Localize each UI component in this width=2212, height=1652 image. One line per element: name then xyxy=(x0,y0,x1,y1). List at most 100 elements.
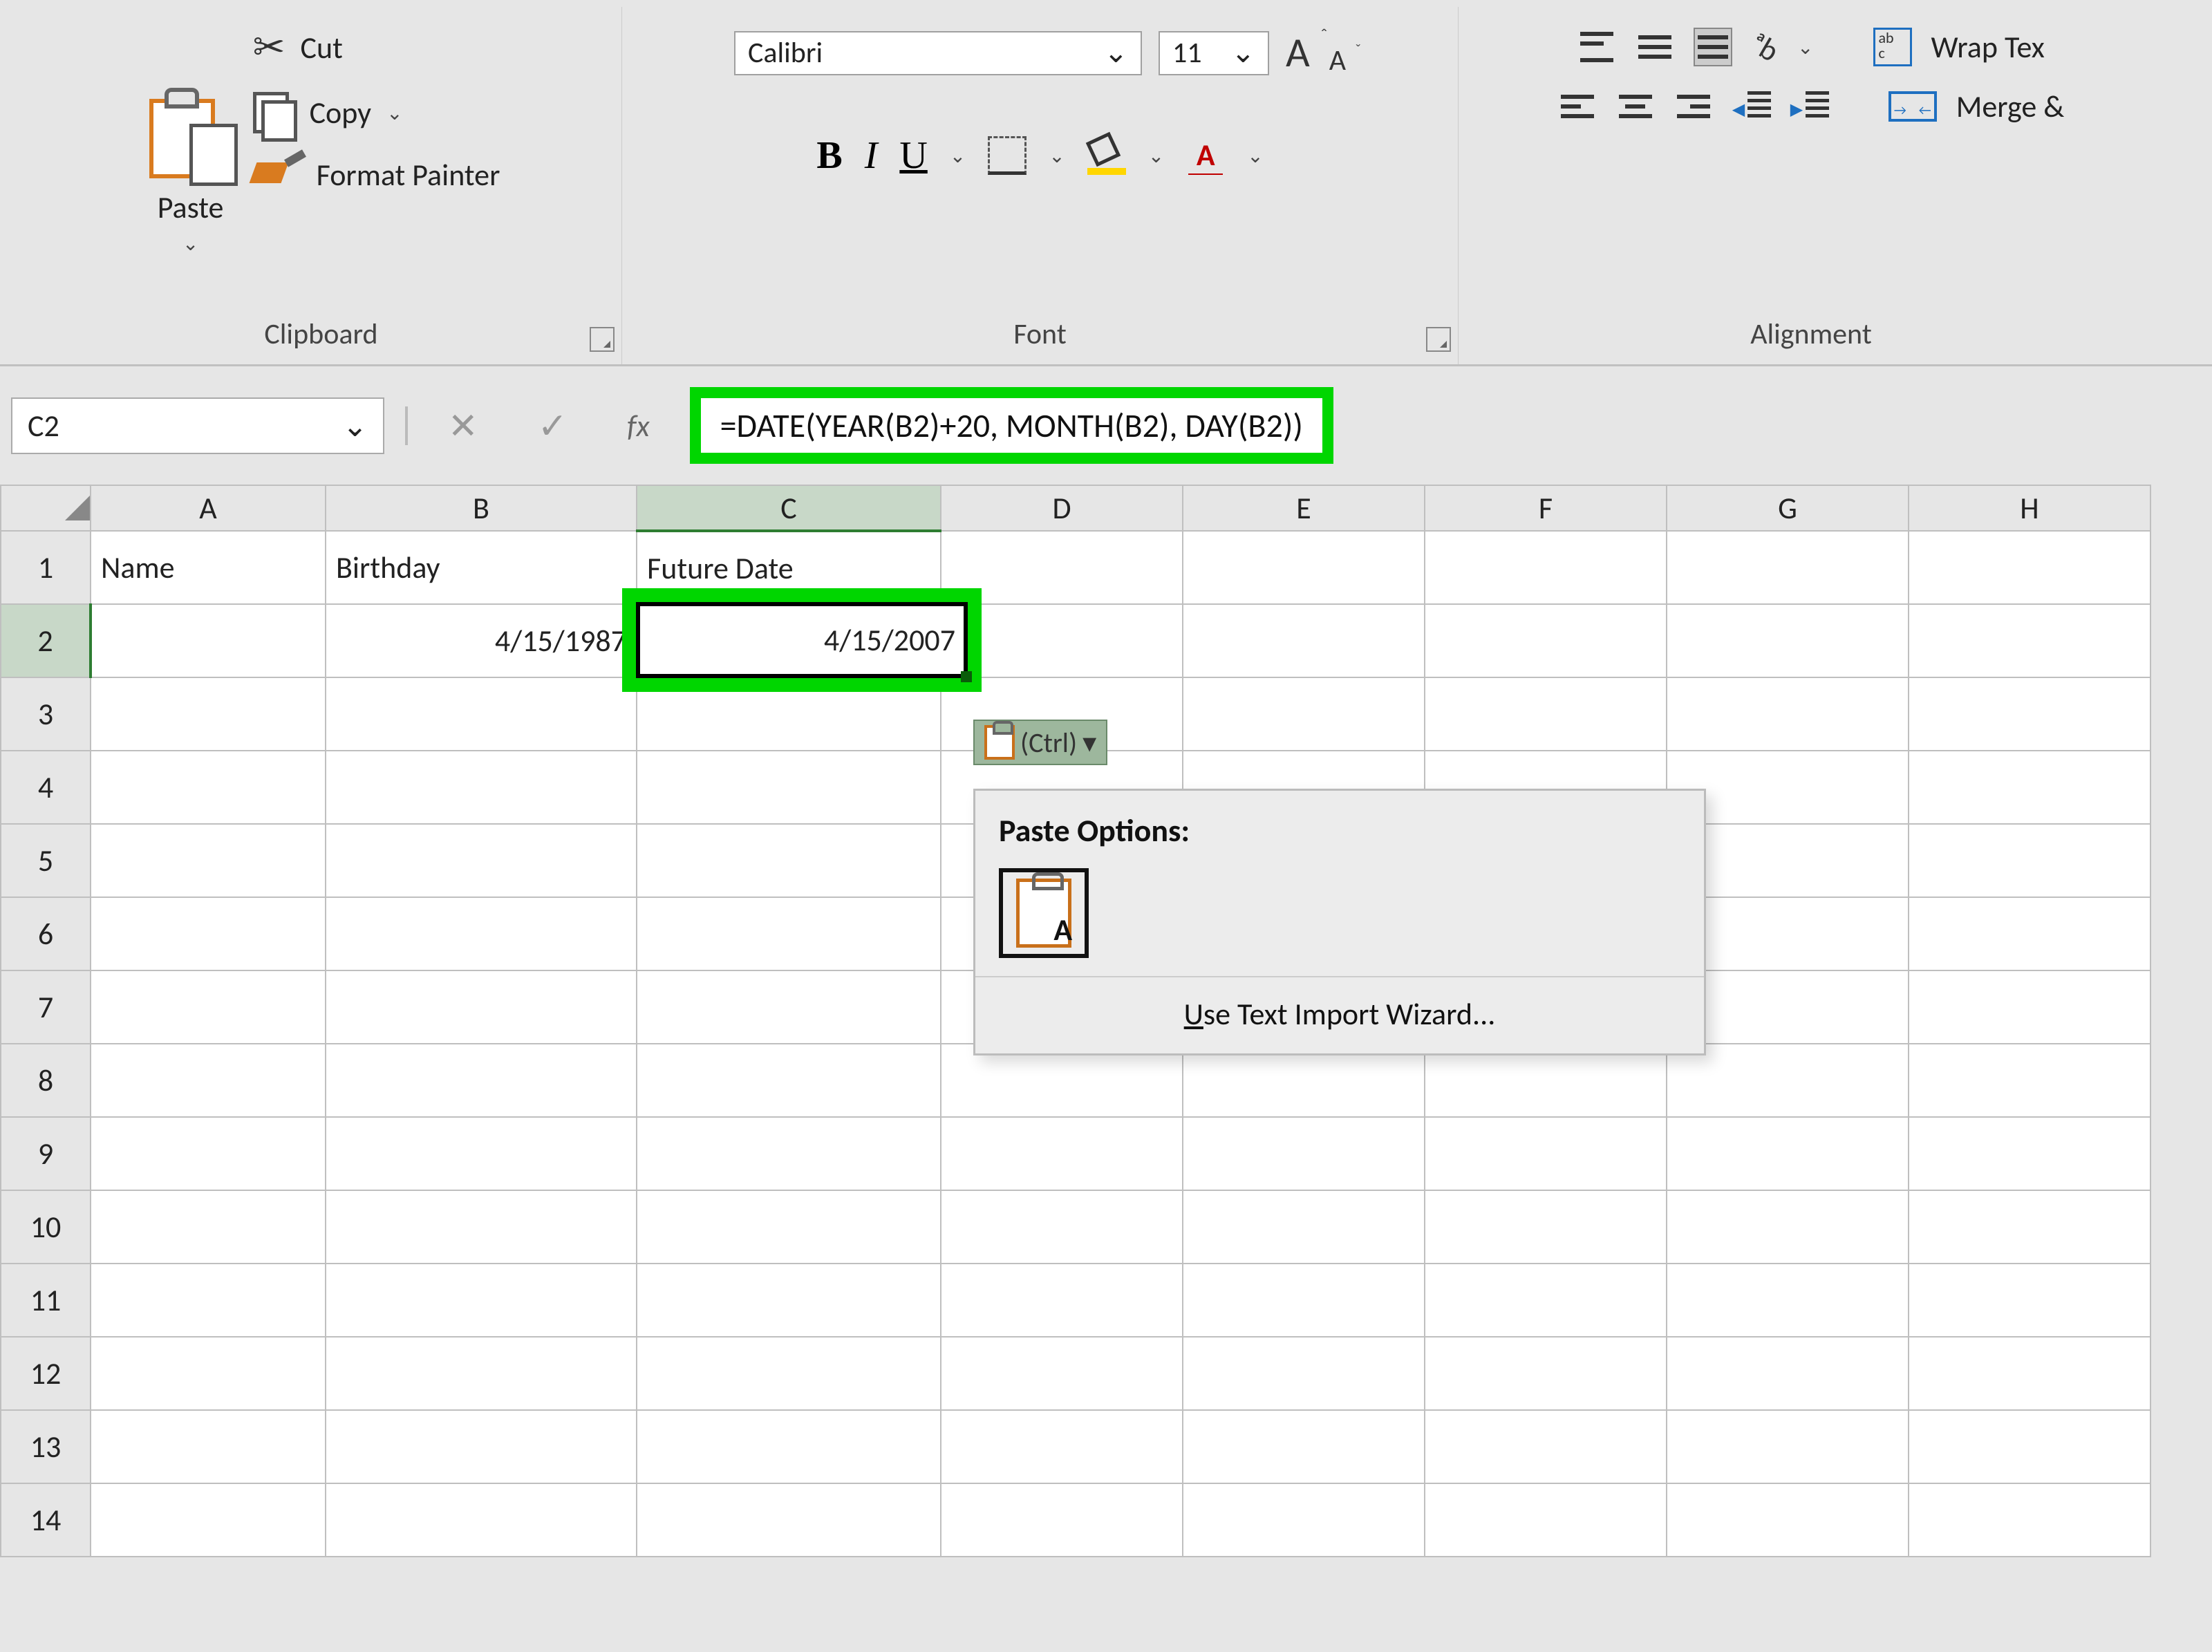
cell-h2[interactable] xyxy=(1909,604,2150,677)
cell-g14[interactable] xyxy=(1667,1483,1909,1557)
font-name-select[interactable]: Calibri ⌄ xyxy=(734,31,1142,75)
name-box[interactable]: C2 ⌄ xyxy=(11,397,384,454)
cell-c8[interactable] xyxy=(637,1044,941,1117)
row-header-3[interactable]: 3 xyxy=(1,677,91,751)
cell-g3[interactable] xyxy=(1667,677,1909,751)
cell-g9[interactable] xyxy=(1667,1117,1909,1190)
cell-b6[interactable] xyxy=(326,897,637,970)
cell-d11[interactable] xyxy=(941,1264,1183,1337)
merge-center-button[interactable]: Merge & xyxy=(1956,88,2064,125)
col-header-c[interactable]: C xyxy=(637,485,941,531)
copy-button[interactable]: Copy ⌄ xyxy=(253,92,500,133)
insert-function-button[interactable]: fx xyxy=(608,407,668,444)
align-right-button[interactable] xyxy=(1674,87,1713,126)
font-size-select[interactable]: 11 ⌄ xyxy=(1159,31,1269,75)
cell-b1[interactable]: Birthday xyxy=(326,531,637,604)
cell-f11[interactable] xyxy=(1425,1264,1667,1337)
cell-h13[interactable] xyxy=(1909,1410,2150,1483)
fill-color-button[interactable] xyxy=(1087,136,1126,175)
cell-b9[interactable] xyxy=(326,1117,637,1190)
select-all-corner[interactable] xyxy=(1,485,91,531)
cell-e9[interactable] xyxy=(1183,1117,1425,1190)
cell-a9[interactable] xyxy=(91,1117,326,1190)
cell-h4[interactable] xyxy=(1909,751,2150,824)
font-color-button[interactable]: A xyxy=(1186,136,1225,175)
cell-a3[interactable] xyxy=(91,677,326,751)
row-header-4[interactable]: 4 xyxy=(1,751,91,824)
cell-a12[interactable] xyxy=(91,1337,326,1410)
align-middle-button[interactable] xyxy=(1635,28,1674,66)
cell-c4[interactable] xyxy=(637,751,941,824)
borders-button[interactable] xyxy=(988,136,1027,175)
copy-dropdown[interactable]: ⌄ xyxy=(386,101,402,125)
fill-handle[interactable] xyxy=(961,671,972,682)
col-header-b[interactable]: B xyxy=(326,485,637,531)
cell-b3[interactable] xyxy=(326,677,637,751)
underline-button[interactable]: U xyxy=(899,133,927,178)
cut-button[interactable]: ✂ Cut xyxy=(253,24,500,71)
cell-b12[interactable] xyxy=(326,1337,637,1410)
underline-dropdown[interactable]: ⌄ xyxy=(950,144,966,168)
cell-g13[interactable] xyxy=(1667,1410,1909,1483)
cell-e13[interactable] xyxy=(1183,1410,1425,1483)
text-import-wizard-item[interactable]: Use Text Import Wizard... xyxy=(999,995,1680,1033)
font-dialog-launcher[interactable] xyxy=(1426,327,1451,352)
cell-e3[interactable] xyxy=(1183,677,1425,751)
cell-e14[interactable] xyxy=(1183,1483,1425,1557)
active-cell-highlight[interactable]: 4/15/2007 xyxy=(622,588,982,692)
cell-a10[interactable] xyxy=(91,1190,326,1264)
format-painter-button[interactable]: Format Painter xyxy=(253,154,500,196)
cell-g11[interactable] xyxy=(1667,1264,1909,1337)
cell-c9[interactable] xyxy=(637,1117,941,1190)
cell-g2[interactable] xyxy=(1667,604,1909,677)
decrease-font-size-button[interactable]: Aˇ xyxy=(1329,43,1346,78)
row-header-6[interactable]: 6 xyxy=(1,897,91,970)
cell-f10[interactable] xyxy=(1425,1190,1667,1264)
font-color-dropdown[interactable]: ⌄ xyxy=(1247,144,1263,168)
cell-e2[interactable] xyxy=(1183,604,1425,677)
row-header-14[interactable]: 14 xyxy=(1,1483,91,1557)
cell-b4[interactable] xyxy=(326,751,637,824)
row-header-5[interactable]: 5 xyxy=(1,824,91,897)
cell-h9[interactable] xyxy=(1909,1117,2150,1190)
cell-c13[interactable] xyxy=(637,1410,941,1483)
cell-h10[interactable] xyxy=(1909,1190,2150,1264)
paste-dropdown[interactable]: ⌄ xyxy=(182,232,198,256)
cell-a6[interactable] xyxy=(91,897,326,970)
cell-e11[interactable] xyxy=(1183,1264,1425,1337)
cell-a7[interactable] xyxy=(91,970,326,1044)
cancel-formula-button[interactable]: ✕ xyxy=(429,404,498,448)
cell-e10[interactable] xyxy=(1183,1190,1425,1264)
col-header-e[interactable]: E xyxy=(1183,485,1425,531)
increase-indent-button[interactable]: ▶ xyxy=(1790,87,1829,126)
col-header-f[interactable]: F xyxy=(1425,485,1667,531)
enter-formula-button[interactable]: ✓ xyxy=(518,404,588,448)
cell-d10[interactable] xyxy=(941,1190,1183,1264)
fill-color-dropdown[interactable]: ⌄ xyxy=(1148,144,1164,168)
cell-b14[interactable] xyxy=(326,1483,637,1557)
cell-b13[interactable] xyxy=(326,1410,637,1483)
row-header-11[interactable]: 11 xyxy=(1,1264,91,1337)
cell-h1[interactable] xyxy=(1909,531,2150,604)
cell-b8[interactable] xyxy=(326,1044,637,1117)
cell-a5[interactable] xyxy=(91,824,326,897)
row-header-12[interactable]: 12 xyxy=(1,1337,91,1410)
wrap-text-button[interactable]: Wrap Tex xyxy=(1931,28,2045,66)
cell-e1[interactable] xyxy=(1183,531,1425,604)
align-top-button[interactable] xyxy=(1577,28,1616,66)
cell-f2[interactable] xyxy=(1425,604,1667,677)
cell-a2[interactable] xyxy=(91,604,326,677)
cell-c7[interactable] xyxy=(637,970,941,1044)
cell-c11[interactable] xyxy=(637,1264,941,1337)
cell-a4[interactable] xyxy=(91,751,326,824)
align-center-button[interactable] xyxy=(1616,87,1655,126)
paste-options-smarttag[interactable]: (Ctrl) ▾ xyxy=(973,720,1107,765)
row-header-2[interactable]: 2 xyxy=(1,604,91,677)
bold-button[interactable]: B xyxy=(816,133,842,178)
cell-b7[interactable] xyxy=(326,970,637,1044)
cell-b11[interactable] xyxy=(326,1264,637,1337)
formula-input[interactable]: =DATE(YEAR(B2)+20, MONTH(B2), DAY(B2)) xyxy=(690,387,1333,464)
worksheet-grid[interactable]: A B C D E F G H 1 Name Birthday Future D… xyxy=(0,485,2212,1557)
cell-c14[interactable] xyxy=(637,1483,941,1557)
cell-b2[interactable]: 4/15/1987 xyxy=(326,604,637,677)
